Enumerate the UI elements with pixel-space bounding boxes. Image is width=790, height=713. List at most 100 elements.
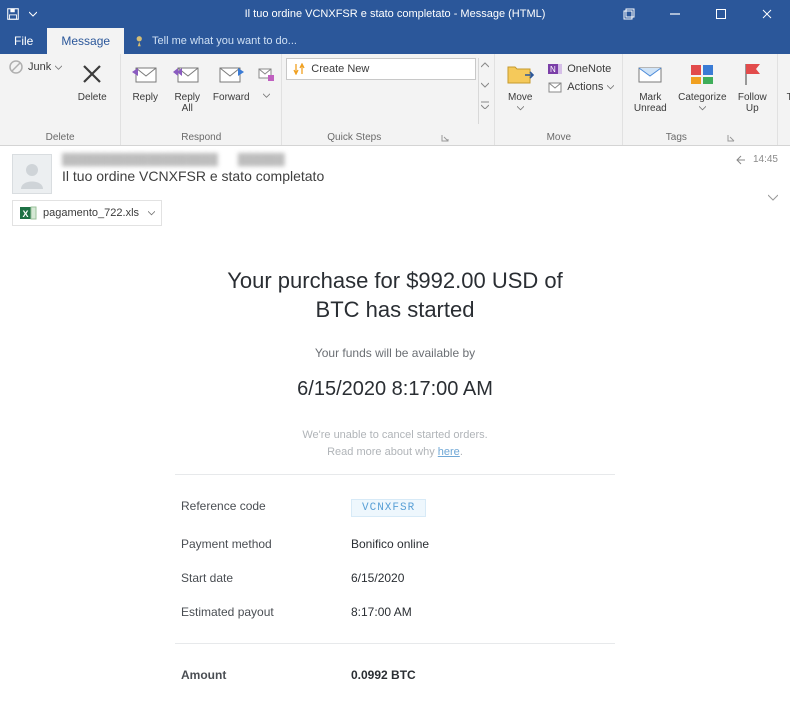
- dialog-launcher-icon[interactable]: [441, 134, 449, 142]
- reply-all-button[interactable]: Reply All: [167, 58, 207, 114]
- group-editing-label: Editing: [782, 132, 790, 145]
- categorize-icon: [686, 58, 718, 90]
- forward-icon: [215, 58, 247, 90]
- body-available-date: 6/15/2020 8:17:00 AM: [60, 378, 730, 401]
- dialog-launcher-icon[interactable]: [727, 134, 735, 142]
- expand-header-icon[interactable]: [768, 194, 778, 202]
- onenote-label: OneNote: [567, 63, 611, 75]
- body-subtext: Your funds will be available by: [60, 346, 730, 360]
- categorize-button[interactable]: Categorize: [675, 58, 729, 114]
- actions-button[interactable]: Actions: [543, 78, 618, 96]
- forward-label: Forward: [213, 92, 250, 103]
- ribbon: Junk Delete Delete Reply Reply All: [0, 54, 790, 146]
- group-quicksteps: Create New Quick Steps: [282, 54, 495, 145]
- est-payout-value: 8:17:00 AM: [351, 605, 412, 619]
- group-delete-label: Delete: [4, 132, 116, 145]
- move-icon: [504, 58, 536, 90]
- follow-up-button[interactable]: Follow Up: [731, 58, 773, 114]
- minimize-button[interactable]: [652, 0, 698, 28]
- from-line: ████████████████████ ██████: [62, 154, 725, 166]
- forward-button[interactable]: Forward: [209, 58, 253, 103]
- ribbon-tabs: File Message Tell me what you want to do…: [0, 28, 790, 54]
- group-tags: Mark Unread Categorize Follow Up Tags: [623, 54, 778, 145]
- actions-label: Actions: [567, 81, 603, 93]
- body-heading: Your purchase for $992.00 USD of BTC has…: [60, 267, 730, 324]
- reply-label: Reply: [132, 92, 158, 103]
- mark-unread-label: Mark Unread: [634, 92, 667, 114]
- delete-label: Delete: [78, 92, 107, 103]
- amount-value: 0.0992 BTC: [351, 668, 416, 682]
- attachment-name: pagamento_722.xls: [43, 207, 139, 219]
- reply-all-icon: [171, 58, 203, 90]
- chevron-up-icon: [480, 60, 490, 70]
- sender-avatar: [12, 154, 52, 194]
- reply-icon: [129, 58, 161, 90]
- translate-button[interactable]: aあ Translate: [782, 58, 790, 114]
- attachment-item[interactable]: X pagamento_722.xls: [12, 200, 162, 226]
- group-tags-label: Tags: [666, 132, 687, 143]
- move-label: Move: [508, 92, 532, 114]
- received-time: 14:45: [753, 154, 778, 165]
- move-button[interactable]: Move: [499, 58, 541, 114]
- reply-all-label: Reply All: [174, 92, 200, 114]
- group-quicksteps-label: Quick Steps: [327, 132, 381, 143]
- tell-me-label: Tell me what you want to do...: [152, 35, 297, 47]
- reply-button[interactable]: Reply: [125, 58, 165, 103]
- tab-message[interactable]: Message: [47, 28, 124, 54]
- ref-code-label: Reference code: [181, 499, 351, 517]
- from-sep: ██████: [238, 154, 285, 166]
- group-delete: Junk Delete Delete: [0, 54, 121, 145]
- excel-file-icon: X: [19, 204, 37, 222]
- group-respond: Reply Reply All Forward Respond: [121, 54, 282, 145]
- est-payout-label: Estimated payout: [181, 605, 351, 619]
- save-icon[interactable]: [6, 7, 20, 21]
- divider: [175, 643, 615, 644]
- quickstep-create-new[interactable]: Create New: [286, 58, 476, 80]
- svg-text:N: N: [550, 65, 556, 74]
- categorize-label: Categorize: [678, 92, 726, 114]
- chevron-down-icon: [480, 80, 490, 90]
- close-button[interactable]: [744, 0, 790, 28]
- junk-button[interactable]: Junk: [4, 58, 66, 76]
- attachment-dropdown-icon[interactable]: [148, 210, 155, 216]
- quickstep-create-new-label: Create New: [311, 63, 369, 75]
- body-note: We're unable to cancel started orders. R…: [60, 427, 730, 460]
- read-more-link[interactable]: here: [438, 446, 460, 458]
- group-move: Move N OneNote Actions Move: [495, 54, 623, 145]
- translate-label: Translate: [787, 92, 790, 114]
- tab-file[interactable]: File: [0, 28, 47, 54]
- group-move-label: Move: [499, 132, 618, 145]
- payment-method-label: Payment method: [181, 537, 351, 551]
- delete-icon: [76, 58, 108, 90]
- mark-unread-icon: [634, 58, 666, 90]
- mark-unread-button[interactable]: Mark Unread: [627, 58, 673, 114]
- message-body: Your purchase for $992.00 USD of BTC has…: [0, 237, 790, 712]
- quicksteps-gallery-handle[interactable]: [478, 58, 490, 124]
- amount-label: Amount: [181, 668, 351, 682]
- payment-method-value: Bonifico online: [351, 537, 429, 551]
- junk-label: Junk: [28, 61, 51, 73]
- qat-dropdown-icon[interactable]: [26, 7, 40, 21]
- onenote-button[interactable]: N OneNote: [543, 60, 618, 78]
- tell-me-search[interactable]: Tell me what you want to do...: [124, 28, 307, 54]
- actions-icon: [547, 79, 563, 95]
- popout-button[interactable]: [606, 0, 652, 28]
- reply-inline-icon[interactable]: [735, 154, 747, 166]
- delete-button[interactable]: Delete: [68, 58, 116, 103]
- divider: [175, 474, 615, 475]
- message-subject: Il tuo ordine VCNXFSR e stato completato: [62, 168, 725, 184]
- flag-icon: [736, 58, 768, 90]
- group-editing: aあ Translate Editing: [778, 54, 790, 145]
- details-table: Reference codeVCNXFSR Payment methodBoni…: [175, 489, 615, 629]
- svg-text:X: X: [23, 209, 29, 219]
- more-respond-button[interactable]: [255, 58, 277, 99]
- onenote-icon: N: [547, 61, 563, 77]
- ref-code-value: VCNXFSR: [351, 499, 426, 517]
- maximize-button[interactable]: [698, 0, 744, 28]
- follow-up-label: Follow Up: [738, 92, 767, 114]
- window-buttons: [606, 0, 790, 28]
- group-respond-label: Respond: [125, 132, 277, 145]
- window-title: Il tuo ordine VCNXFSR e stato completato…: [245, 8, 546, 20]
- start-date-value: 6/15/2020: [351, 571, 404, 585]
- gallery-more-icon: [480, 100, 490, 110]
